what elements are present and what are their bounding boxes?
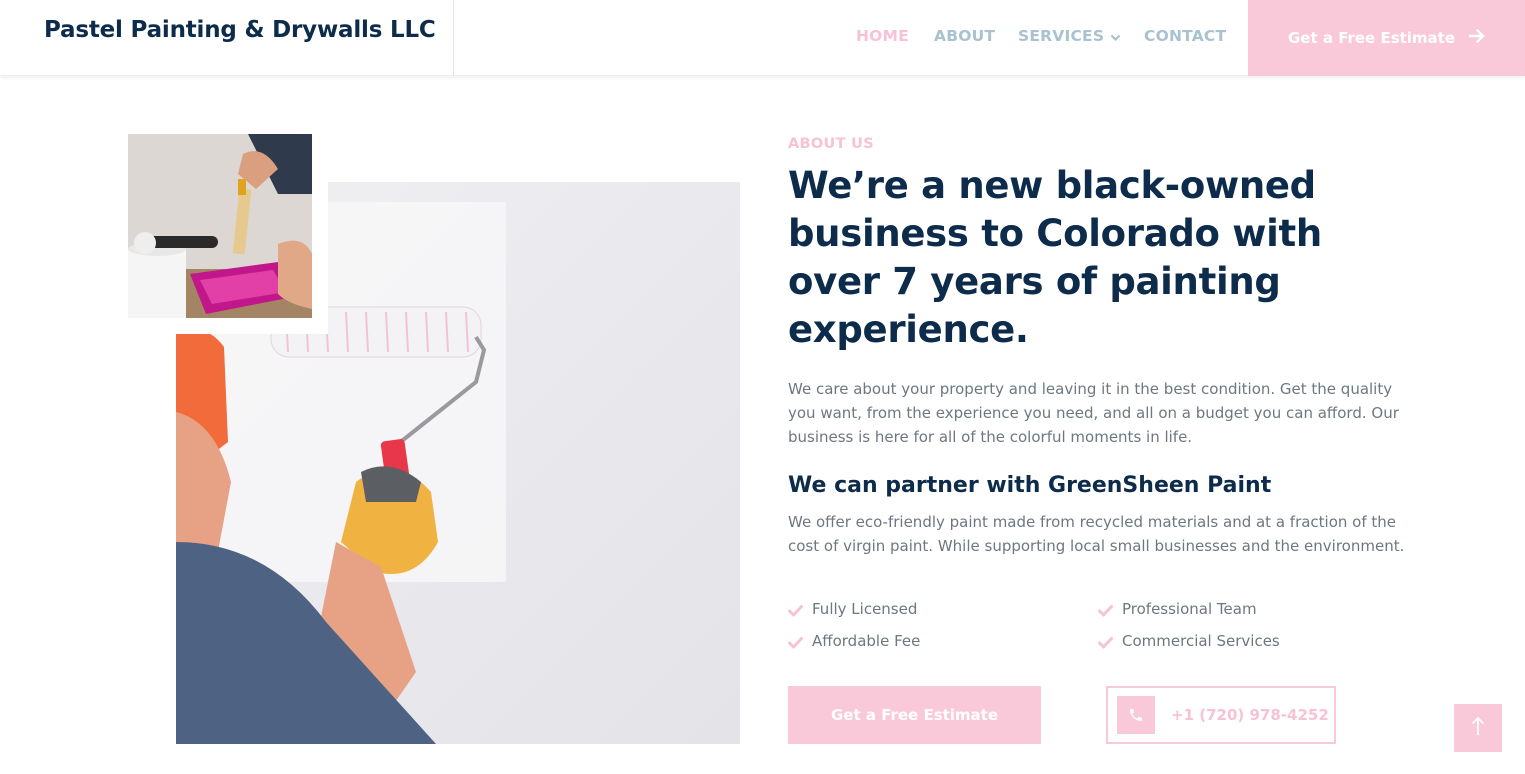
arrow-right-icon — [1468, 29, 1485, 47]
nav-home[interactable]: HOME — [856, 27, 909, 45]
feature-label: Professional Team — [1122, 600, 1257, 618]
check-icon — [1098, 635, 1113, 649]
phone-button[interactable]: +1 (720) 978-4252 — [1106, 686, 1336, 744]
feature-label: Commercial Services — [1122, 632, 1280, 650]
feature-item: Professional Team — [1098, 600, 1257, 618]
header-divider — [453, 0, 454, 76]
phone-icon — [1117, 696, 1155, 734]
nav-about[interactable]: ABOUT — [934, 27, 995, 45]
check-icon — [788, 635, 803, 649]
check-icon — [788, 603, 803, 617]
estimate-button[interactable]: Get a Free Estimate — [788, 686, 1041, 744]
feature-item: Affordable Fee — [788, 632, 920, 650]
nav-contact[interactable]: CONTACT — [1144, 27, 1226, 45]
feature-label: Fully Licensed — [812, 600, 918, 618]
scroll-to-top-button[interactable] — [1454, 704, 1502, 752]
nav-services-label: SERVICES — [1018, 27, 1105, 45]
check-icon — [1098, 603, 1113, 617]
site-header: Pastel Painting & Drywalls LLC HOME ABOU… — [0, 0, 1525, 76]
section-eyebrow: ABOUT US — [788, 136, 874, 152]
feature-item: Commercial Services — [1098, 632, 1280, 650]
arrow-up-icon — [1471, 716, 1485, 741]
phone-number: +1 (720) 978-4252 — [1171, 706, 1329, 724]
partner-subheading: We can partner with GreenSheen Paint — [788, 473, 1272, 498]
painting-supplies-image — [128, 134, 312, 318]
header-estimate-button[interactable]: Get a Free Estimate — [1248, 0, 1525, 76]
header-estimate-label: Get a Free Estimate — [1287, 29, 1456, 47]
about-headline: We’re a new black-owned business to Colo… — [788, 164, 1322, 351]
about-paragraph: We care about your property and leaving … — [788, 380, 1399, 446]
partner-paragraph: We offer eco-friendly paint made from re… — [788, 513, 1405, 555]
nav-services[interactable]: SERVICES — [1018, 27, 1121, 46]
feature-item: Fully Licensed — [788, 600, 917, 618]
feature-label: Affordable Fee — [812, 632, 921, 650]
brand-logo[interactable]: Pastel Painting & Drywalls LLC — [44, 17, 436, 43]
chevron-down-icon — [1110, 28, 1121, 46]
